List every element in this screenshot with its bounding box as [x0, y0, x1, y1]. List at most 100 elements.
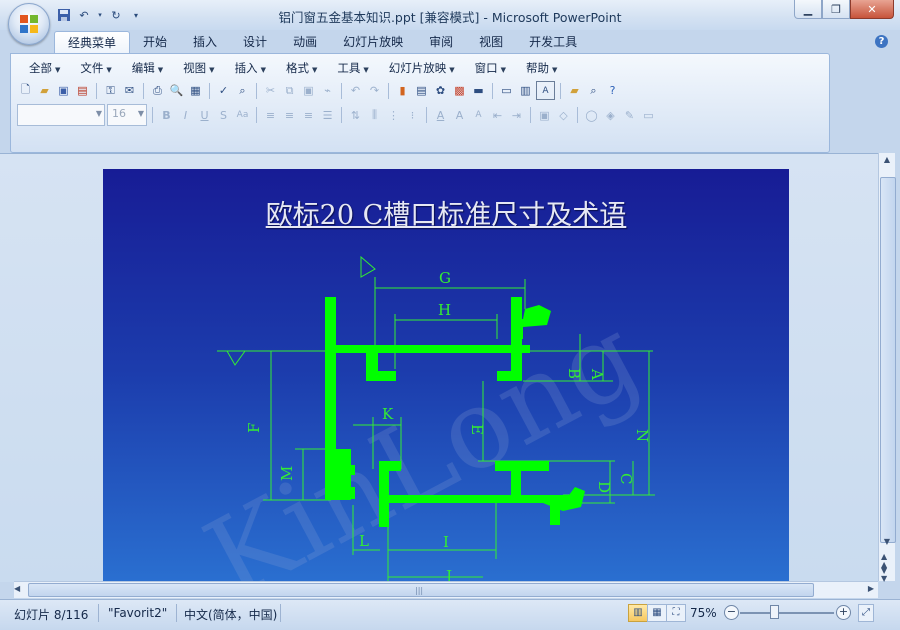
align-center-icon[interactable]: ≡ — [281, 107, 298, 124]
horizontal-scroll-thumb[interactable]: ||| — [28, 583, 814, 597]
decrease-indent-icon[interactable]: ⇤ — [489, 107, 506, 124]
menu-view[interactable]: 视图 ▼ — [173, 59, 224, 77]
align-left-icon[interactable]: ≡ — [262, 107, 279, 124]
scroll-left-icon[interactable]: ◀ — [14, 584, 20, 593]
permission-icon[interactable]: ⚿ — [102, 82, 119, 99]
copy-icon[interactable]: ⧉ — [281, 82, 298, 99]
scroll-down-icon[interactable]: ▼ — [881, 537, 893, 551]
horizontal-scrollbar[interactable]: ◀ ||| ▶ — [14, 581, 878, 598]
menu-edit[interactable]: 编辑 ▼ — [122, 59, 173, 77]
numbering-icon[interactable]: ⋮ — [385, 107, 402, 124]
open-folder-icon[interactable]: ▰ — [36, 82, 53, 99]
help-icon[interactable]: ? — [875, 35, 888, 48]
new-file-icon[interactable]: 🗋 — [17, 82, 34, 99]
spelling-icon[interactable]: ✓ — [215, 82, 232, 99]
print-icon[interactable]: ⎙ — [149, 82, 166, 99]
undo-icon[interactable]: ↶ — [76, 7, 92, 23]
help-circle-icon[interactable]: ? — [604, 82, 621, 99]
research-icon[interactable]: ⌕ — [234, 82, 251, 99]
fit-to-window-icon[interactable]: ⤢ — [858, 604, 874, 622]
vertical-scrollbar[interactable]: ▲ ▼ ▲ ▲ ▼ ▼ — [878, 153, 896, 583]
grow-font-icon[interactable]: A — [451, 107, 468, 124]
align-right-icon[interactable]: ≡ — [300, 107, 317, 124]
bold-icon[interactable]: B — [158, 107, 175, 124]
tab-review[interactable]: 审阅 — [416, 31, 466, 53]
language-indicator[interactable]: 中文(简体，中国) — [184, 606, 277, 623]
customize-qat-icon[interactable]: ▾ — [128, 7, 144, 23]
shape-effects-icon[interactable]: ▭ — [640, 107, 657, 124]
slideshow-view-button[interactable]: ⛶ — [666, 604, 686, 622]
font-color-icon[interactable]: A — [432, 107, 449, 124]
new-slide-icon[interactable]: ▭ — [498, 82, 515, 99]
tab-developer[interactable]: 开发工具 — [516, 31, 590, 53]
shadow-icon[interactable]: S — [215, 107, 232, 124]
change-case-icon[interactable]: Aa — [234, 107, 251, 124]
insert-chart-icon[interactable]: ▮ — [394, 82, 411, 99]
bullets-icon[interactable]: ⁝ — [404, 107, 421, 124]
italic-icon[interactable]: I — [177, 107, 194, 124]
menu-all[interactable]: 全部 ▼ — [19, 59, 70, 77]
menu-insert[interactable]: 插入 ▼ — [225, 59, 276, 77]
folder-icon[interactable]: ▰ — [566, 82, 583, 99]
email-icon[interactable]: ✉ — [121, 82, 138, 99]
theme-name[interactable]: "Favorit2" — [108, 606, 167, 620]
clip-art-icon[interactable]: ✿ — [432, 82, 449, 99]
save-icon[interactable]: ▣ — [55, 82, 72, 99]
align-text-icon[interactable]: ⫼ — [366, 107, 383, 124]
insert-picture-icon[interactable]: ▩ — [451, 82, 468, 99]
zoom-level[interactable]: 75% — [690, 606, 717, 620]
cut-icon[interactable]: ✂ — [262, 82, 279, 99]
tab-animation[interactable]: 动画 — [280, 31, 330, 53]
shapes-icon[interactable]: ◇ — [555, 107, 572, 124]
arrange-icon[interactable]: ▣ — [536, 107, 553, 124]
menu-tools[interactable]: 工具 ▼ — [327, 59, 378, 77]
font-name-combo[interactable]: ▼ — [17, 104, 105, 126]
tab-view[interactable]: 视图 — [466, 31, 516, 53]
slide-design-icon[interactable]: ▥ — [517, 82, 534, 99]
slide-layout-icon[interactable]: ▦ — [187, 82, 204, 99]
zoom-out-icon[interactable]: − — [724, 605, 739, 620]
zoom-slider-thumb[interactable] — [770, 605, 779, 619]
menu-help[interactable]: 帮助 ▼ — [516, 59, 567, 77]
fill-color-icon[interactable]: ◈ — [602, 107, 619, 124]
zoom-icon[interactable]: ⌕ — [585, 82, 602, 99]
increase-indent-icon[interactable]: ⇥ — [508, 107, 525, 124]
save-as-pdf-icon[interactable]: ▤ — [74, 82, 91, 99]
print-preview-icon[interactable]: 🔍 — [168, 82, 185, 99]
next-slide-icon[interactable]: ▼ ▼ — [881, 567, 887, 583]
insert-table-icon[interactable]: ▤ — [413, 82, 430, 99]
font-size-combo[interactable]: 16 ▼ — [107, 104, 147, 126]
close-button[interactable]: ✕ — [850, 0, 894, 19]
menu-window[interactable]: 窗口 ▼ — [465, 59, 516, 77]
tab-design[interactable]: 设计 — [230, 31, 280, 53]
save-icon[interactable] — [56, 7, 72, 23]
normal-view-button[interactable]: ▥ — [628, 604, 648, 622]
menu-slideshow[interactable]: 幻灯片放映 ▼ — [379, 59, 465, 77]
restore-button[interactable]: ❐ — [822, 0, 850, 19]
shrink-font-icon[interactable]: A — [470, 107, 487, 124]
text-box-icon[interactable]: A — [536, 81, 555, 100]
undo-icon[interactable]: ↶ — [347, 82, 364, 99]
zoom-slider-track[interactable] — [740, 612, 834, 614]
text-direction-icon[interactable]: ⇅ — [347, 107, 364, 124]
slide-canvas[interactable]: 欧标20 C槽口标准尺寸及术语 KinLong G H B A K F E N … — [103, 169, 789, 581]
format-painter-icon[interactable]: ⌁ — [319, 82, 336, 99]
grayscale-icon[interactable]: ▬ — [470, 82, 487, 99]
zoom-in-icon[interactable]: + — [836, 605, 851, 620]
menu-file[interactable]: 文件 ▼ — [70, 59, 121, 77]
menu-format[interactable]: 格式 ▼ — [276, 59, 327, 77]
tab-classic-menu[interactable]: 经典菜单 — [54, 31, 131, 54]
slide-sorter-button[interactable]: ▦ — [647, 604, 667, 622]
scroll-up-icon[interactable]: ▲ — [881, 155, 893, 169]
shape-style-icon[interactable]: ◯ — [583, 107, 600, 124]
minimize-button[interactable]: ▁ — [794, 0, 822, 19]
redo-icon[interactable]: ↷ — [366, 82, 383, 99]
scroll-right-icon[interactable]: ▶ — [868, 584, 874, 593]
tab-slideshow[interactable]: 幻灯片放映 — [330, 31, 416, 53]
paste-icon[interactable]: ▣ — [300, 82, 317, 99]
justify-icon[interactable]: ☰ — [319, 107, 336, 124]
undo-dropdown-icon[interactable]: ▾ — [96, 7, 104, 23]
office-button[interactable] — [8, 3, 50, 45]
vertical-scroll-thumb[interactable] — [880, 177, 896, 543]
tab-insert[interactable]: 插入 — [180, 31, 230, 53]
